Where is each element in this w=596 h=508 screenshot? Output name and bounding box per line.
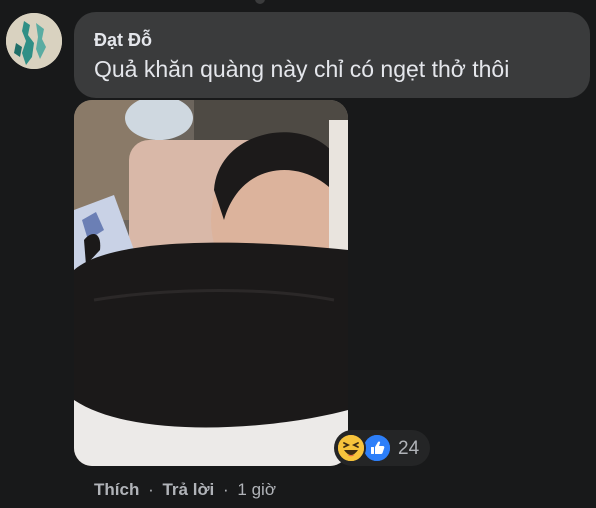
selfie-photo: [74, 100, 348, 466]
user-avatar-icon: [6, 13, 62, 69]
like-icon: [362, 433, 392, 463]
haha-emoji-icon: [336, 433, 366, 463]
comment-author[interactable]: Đạt Đỗ: [94, 29, 590, 51]
reaction-count: 24: [398, 438, 420, 459]
comment-photo[interactable]: [74, 100, 348, 466]
comment-timestamp[interactable]: 1 giờ: [237, 480, 276, 499]
comment-bubble: Đạt Đỗ Quả khăn quàng này chỉ có ngẹt th…: [74, 12, 590, 98]
reaction-summary[interactable]: 24: [334, 430, 430, 466]
comment-text: Quả khăn quàng này chỉ có ngẹt thở thôi: [94, 56, 510, 82]
comment-actions: Thích · Trả lời · 1 giờ: [94, 480, 276, 500]
separator: ·: [148, 480, 154, 499]
separator: ·: [223, 480, 229, 499]
avatar[interactable]: [6, 13, 62, 69]
like-button[interactable]: Thích: [94, 480, 139, 499]
scroll-indicator: [255, 0, 265, 4]
reply-button[interactable]: Trả lời: [162, 480, 214, 499]
